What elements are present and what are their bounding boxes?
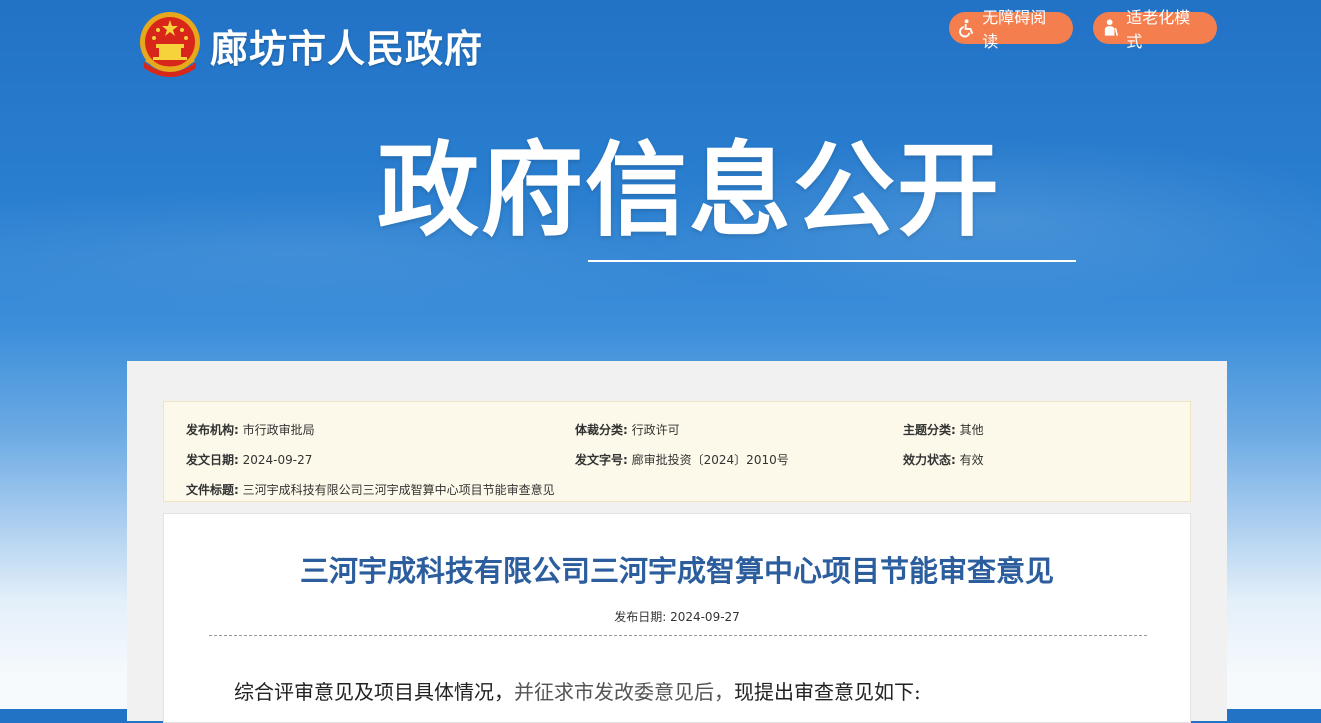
- meta-topic-label: 主题分类:: [903, 423, 956, 437]
- national-emblem-icon: [140, 12, 200, 77]
- document-metadata: 发布机构: 市行政审批局 体裁分类: 行政许可 主题分类: 其他 发文日期: 2…: [163, 401, 1191, 502]
- meta-publisher: 发布机构: 市行政审批局: [186, 421, 315, 438]
- meta-status: 效力状态: 有效: [903, 451, 984, 468]
- meta-status-value: 有效: [959, 453, 984, 467]
- wheelchair-icon: [959, 19, 974, 38]
- meta-genre-label: 体裁分类:: [575, 423, 628, 437]
- article-date-label: 发布日期:: [614, 610, 667, 624]
- meta-publisher-label: 发布机构:: [186, 423, 239, 437]
- article-body-paragraph: 综合评审意见及项目具体情况，并征求市发改委意见后，现提出审查意见如下:: [234, 676, 921, 705]
- meta-file-title: 文件标题: 三河宇成科技有限公司三河宇成智算中心项目节能审查意见: [186, 481, 555, 498]
- meta-file-title-value: 三河宇成科技有限公司三河宇成智算中心项目节能审查意见: [242, 483, 555, 497]
- meta-file-title-label: 文件标题:: [186, 483, 239, 497]
- elder-person-icon: [1104, 19, 1119, 36]
- site-logo[interactable]: 廊坊市人民政府: [138, 10, 483, 80]
- meta-publisher-value: 市行政审批局: [242, 423, 315, 437]
- meta-doc-number: 发文字号: 廊审批投资〔2024〕2010号: [575, 451, 789, 468]
- meta-genre-value: 行政许可: [631, 423, 680, 437]
- elder-mode-label: 适老化模式: [1126, 8, 1191, 51]
- elder-mode-button[interactable]: 适老化模式: [1093, 8, 1217, 51]
- banner-underline: [588, 260, 1076, 262]
- article-date: 发布日期: 2024-09-27: [164, 608, 1190, 625]
- dashed-divider: [209, 635, 1147, 636]
- meta-genre: 体裁分类: 行政许可: [575, 421, 680, 438]
- article-card: 三河宇成科技有限公司三河宇成智算中心项目节能审查意见 发布日期: 2024-09…: [163, 513, 1191, 723]
- article-body-part2: 并征求市发改委意见后，: [514, 680, 734, 704]
- accessibility-reading-button[interactable]: 无障碍阅读: [949, 8, 1073, 51]
- meta-topic: 主题分类: 其他: [903, 421, 984, 438]
- article-date-value: 2024-09-27: [670, 610, 740, 624]
- meta-issue-date-value: 2024-09-27: [242, 453, 313, 467]
- banner-title: 政府信息公开: [377, 132, 1001, 251]
- meta-issue-date: 发文日期: 2024-09-27: [186, 451, 312, 468]
- meta-topic-value: 其他: [959, 423, 984, 437]
- meta-doc-number-value: 廊审批投资〔2024〕2010号: [631, 453, 789, 467]
- meta-status-label: 效力状态:: [903, 453, 956, 467]
- article-body-part3: 现提出审查意见如下:: [734, 680, 921, 704]
- meta-issue-date-label: 发文日期:: [186, 453, 239, 467]
- site-title: 廊坊市人民政府: [210, 26, 484, 71]
- article-title: 三河宇成科技有限公司三河宇成智算中心项目节能审查意见: [299, 554, 1054, 588]
- accessibility-reading-label: 无障碍阅读: [982, 8, 1047, 51]
- meta-doc-number-label: 发文字号:: [575, 453, 628, 467]
- article-body-part1: 综合评审意见及项目具体情况，: [234, 680, 514, 704]
